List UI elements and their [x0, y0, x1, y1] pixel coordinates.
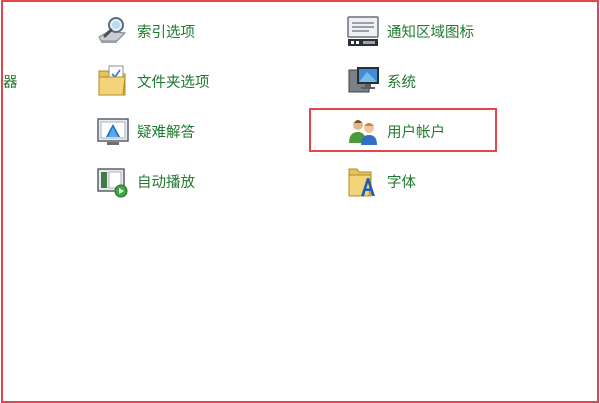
control-panel-item-label: 自动播放 [137, 174, 195, 191]
notification-area-icons-icon [345, 13, 381, 49]
control-panel-item-folder-options[interactable]: 文件夹选项 [95, 63, 210, 99]
control-panel-item-system[interactable]: 系统 [345, 63, 416, 99]
control-panel-item-indexing-options[interactable]: 索引选项 [95, 13, 195, 49]
cut-off-item-label[interactable]: 器 [3, 71, 18, 92]
control-panel-item-fonts[interactable]: 字体 [345, 163, 416, 199]
system-icon [345, 63, 381, 99]
control-panel-item-label: 疑难解答 [137, 124, 195, 141]
indexing-options-icon [95, 13, 131, 49]
control-panel-item-label: 系统 [387, 74, 416, 91]
folder-options-icon [95, 63, 131, 99]
annotation-highlight-box [309, 108, 497, 152]
control-panel-item-label: 索引选项 [137, 24, 195, 41]
control-panel-item-label: 通知区域图标 [387, 24, 474, 41]
control-panel-item-autoplay[interactable]: 自动播放 [95, 163, 195, 199]
autoplay-icon [95, 163, 131, 199]
control-panel-item-notification-area-icons[interactable]: 通知区域图标 [345, 13, 474, 49]
troubleshooting-icon [95, 113, 131, 149]
fonts-icon [345, 163, 381, 199]
annotation-frame [1, 0, 599, 403]
control-panel-item-troubleshooting[interactable]: 疑难解答 [95, 113, 195, 149]
control-panel-item-label: 字体 [387, 174, 416, 191]
control-panel-item-label: 文件夹选项 [137, 74, 210, 91]
